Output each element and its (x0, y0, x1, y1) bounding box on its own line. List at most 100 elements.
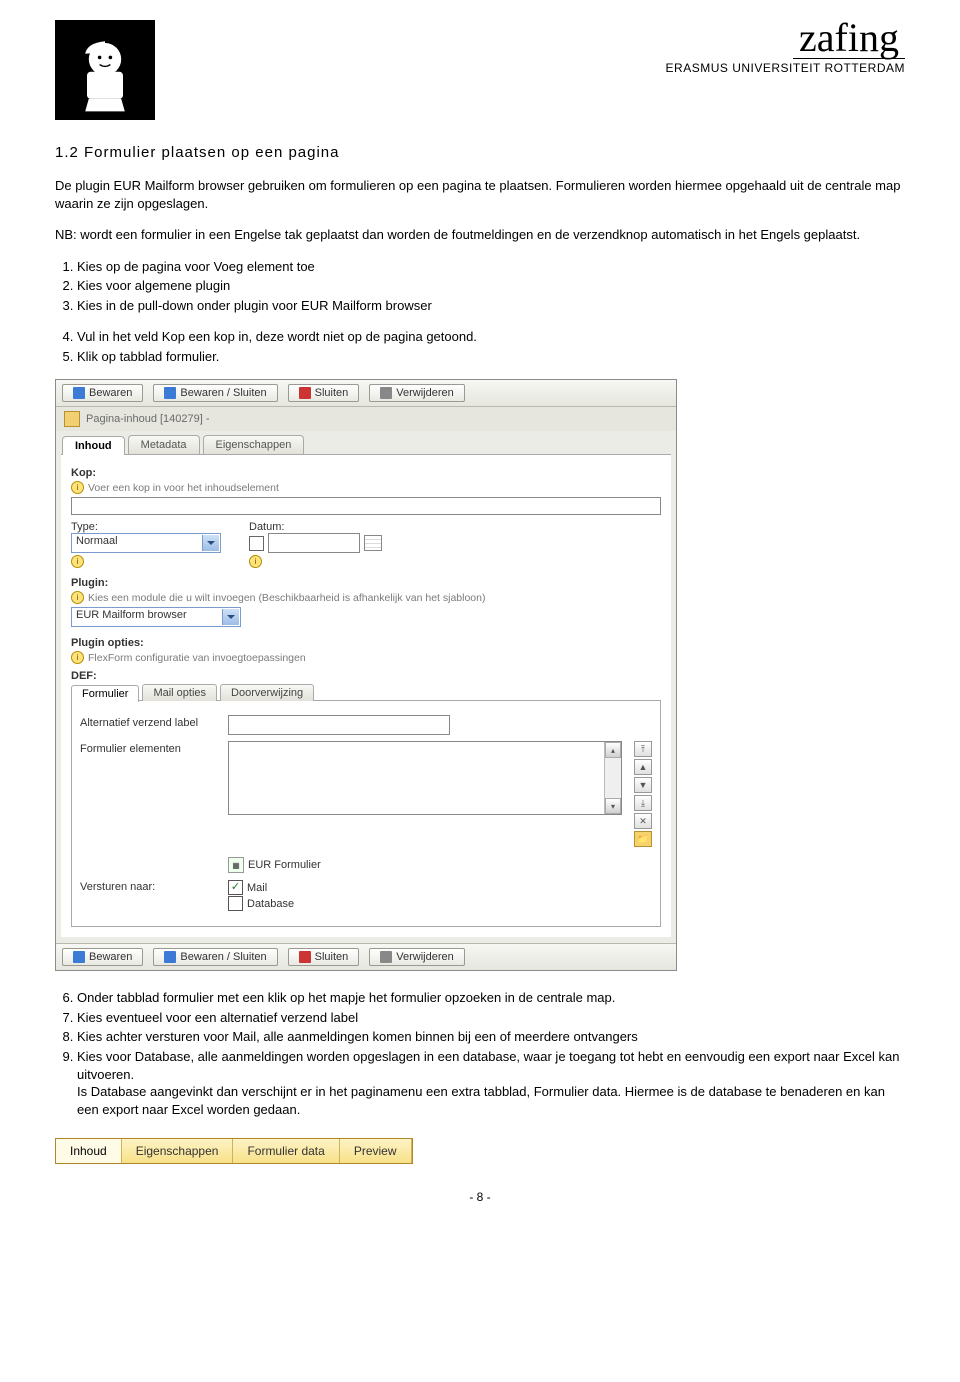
database-option-label: Database (247, 898, 294, 910)
close-icon (299, 951, 311, 963)
plugin-value: EUR Mailform browser (76, 609, 187, 621)
type-select[interactable]: Normaal (71, 533, 221, 553)
intro-paragraph-2: NB: wordt een formulier in een Engelse t… (55, 226, 905, 244)
content-title-bar: Pagina-inhoud [140279] - (56, 407, 676, 431)
step-item: Kies voor algemene plugin (77, 277, 905, 295)
save-close-button[interactable]: Bewaren / Sluiten (153, 948, 277, 966)
cms-bottom-toolbar: Bewaren Bewaren / Sluiten Sluiten Verwij… (56, 943, 676, 970)
page-menu-tabstrip: Inhoud Eigenschappen Formulier data Prev… (55, 1138, 413, 1164)
plugin-select[interactable]: EUR Mailform browser (71, 607, 241, 627)
page-icon (64, 411, 80, 427)
scroll-up-icon[interactable]: ▴ (605, 742, 621, 758)
info-icon: i (71, 591, 84, 604)
step-item: Kies achter versturen voor Mail, alle aa… (77, 1028, 905, 1046)
mail-option-label: Mail (247, 882, 267, 894)
datum-label: Datum: (249, 521, 382, 533)
page-header: zafing ERASMUS UNIVERSITEIT ROTTERDAM (55, 20, 905, 120)
save-label: Bewaren (89, 387, 132, 399)
save-icon (164, 951, 176, 963)
tab-preview[interactable]: Preview (340, 1139, 412, 1163)
save-icon (164, 387, 176, 399)
calendar-icon[interactable] (364, 535, 382, 551)
step-item: Kies op de pagina voor Voeg element toe (77, 258, 905, 276)
move-down-icon[interactable]: ▼ (634, 777, 652, 793)
page-number: - 8 - (55, 1190, 905, 1204)
info-icon: i (71, 481, 84, 494)
subtab-mail-opties[interactable]: Mail opties (142, 684, 217, 701)
date-checkbox[interactable] (249, 536, 264, 551)
step-item: Onder tabblad formulier met een klik op … (77, 989, 905, 1007)
delete-button[interactable]: Verwijderen (369, 384, 464, 402)
plugin-hint: iKies een module die u wilt invoegen (Be… (71, 591, 661, 604)
subtab-formulier[interactable]: Formulier (71, 685, 139, 702)
kop-hint: iVoer een kop in voor het inhoudselement (71, 481, 661, 494)
form-item-icon: ▦ (228, 857, 244, 873)
info-icon: i (71, 555, 84, 568)
save-button[interactable]: Bewaren (62, 948, 143, 966)
subtab-formulier-body: Alternatief verzend label Formulier elem… (71, 700, 661, 927)
move-bottom-icon[interactable]: ⤓ (634, 795, 652, 811)
versturen-naar-label: Versturen naar: (80, 879, 220, 893)
plugin-label: Plugin: (71, 577, 661, 589)
alt-verzend-input[interactable] (228, 715, 450, 735)
save-icon (73, 951, 85, 963)
database-checkbox[interactable] (228, 896, 243, 911)
plugin-subtabs: Formulier Mail opties Doorverwijzing (71, 684, 661, 701)
tab-inhoud-body: Kop: iVoer een kop in voor het inhoudsel… (61, 454, 671, 937)
steps-list-a: Kies op de pagina voor Voeg element toe … (55, 258, 905, 315)
date-input[interactable] (268, 533, 360, 553)
alt-verzend-label: Alternatief verzend label (80, 715, 220, 729)
info-icon: i (249, 555, 262, 568)
delete-button[interactable]: Verwijderen (369, 948, 464, 966)
chevron-down-icon (202, 535, 219, 551)
close-label: Sluiten (315, 387, 349, 399)
kop-input[interactable] (71, 497, 661, 515)
tab-eigenschappen-2[interactable]: Eigenschappen (122, 1139, 234, 1163)
save-button[interactable]: Bewaren (62, 384, 143, 402)
eur-formulier-label: EUR Formulier (248, 859, 321, 871)
tab-inhoud-2[interactable]: Inhoud (56, 1139, 122, 1163)
info-icon: i (71, 651, 84, 664)
move-top-icon[interactable]: ⤒ (634, 741, 652, 757)
tab-inhoud[interactable]: Inhoud (62, 436, 125, 455)
delete-label: Verwijderen (396, 387, 453, 399)
formulier-elementen-label: Formulier elementen (80, 741, 220, 755)
section-heading: 1.2 Formulier plaatsen op een pagina (55, 144, 905, 161)
type-value: Normaal (76, 535, 118, 547)
steps-list-b: Vul in het veld Kop een kop in, deze wor… (55, 328, 905, 365)
save-close-label: Bewaren / Sluiten (180, 387, 266, 399)
content-title: Pagina-inhoud [140279] - (86, 413, 210, 425)
scroll-down-icon[interactable]: ▾ (605, 798, 621, 814)
chevron-down-icon (222, 609, 239, 625)
close-button[interactable]: Sluiten (288, 948, 360, 966)
close-icon (299, 387, 311, 399)
scrollbar[interactable]: ▴▾ (604, 742, 621, 814)
folder-browse-icon[interactable]: 📁 (634, 831, 652, 847)
trash-icon (380, 387, 392, 399)
step-item: Kies eventueel voor een alternatief verz… (77, 1009, 905, 1027)
move-up-icon[interactable]: ▲ (634, 759, 652, 775)
cms-top-toolbar: Bewaren Bewaren / Sluiten Sluiten Verwij… (56, 380, 676, 407)
subtab-doorverwijzing[interactable]: Doorverwijzing (220, 684, 314, 701)
listbox-side-controls: ⤒ ▲ ▼ ⤓ ✕ 📁 (634, 741, 652, 847)
save-close-button[interactable]: Bewaren / Sluiten (153, 384, 277, 402)
erasmus-wordmark: zafing ERASMUS UNIVERSITEIT ROTTERDAM (666, 20, 905, 75)
tab-formulier-data[interactable]: Formulier data (233, 1139, 339, 1163)
tab-eigenschappen[interactable]: Eigenschappen (203, 435, 305, 454)
close-button[interactable]: Sluiten (288, 384, 360, 402)
main-tabs: Inhoud Metadata Eigenschappen (56, 431, 676, 454)
step-item: Kies voor Database, alle aanmeldingen wo… (77, 1048, 905, 1118)
type-label: Type: (71, 521, 221, 533)
steps-list-c: Onder tabblad formulier met een klik op … (55, 989, 905, 1118)
remove-icon[interactable]: ✕ (634, 813, 652, 829)
step-item: Vul in het veld Kop een kop in, deze wor… (77, 328, 905, 346)
tab-metadata[interactable]: Metadata (128, 435, 200, 454)
formulier-elementen-listbox[interactable]: ▴▾ (228, 741, 622, 815)
mail-checkbox[interactable] (228, 880, 243, 895)
step-item: Kies in de pull-down onder plugin voor E… (77, 297, 905, 315)
save-icon (73, 387, 85, 399)
signature-logo: zafing (793, 20, 905, 59)
cms-editor-panel: Bewaren Bewaren / Sluiten Sluiten Verwij… (55, 379, 677, 971)
plugin-opties-label: Plugin opties: (71, 637, 661, 649)
erasmus-portrait-logo (55, 20, 155, 120)
